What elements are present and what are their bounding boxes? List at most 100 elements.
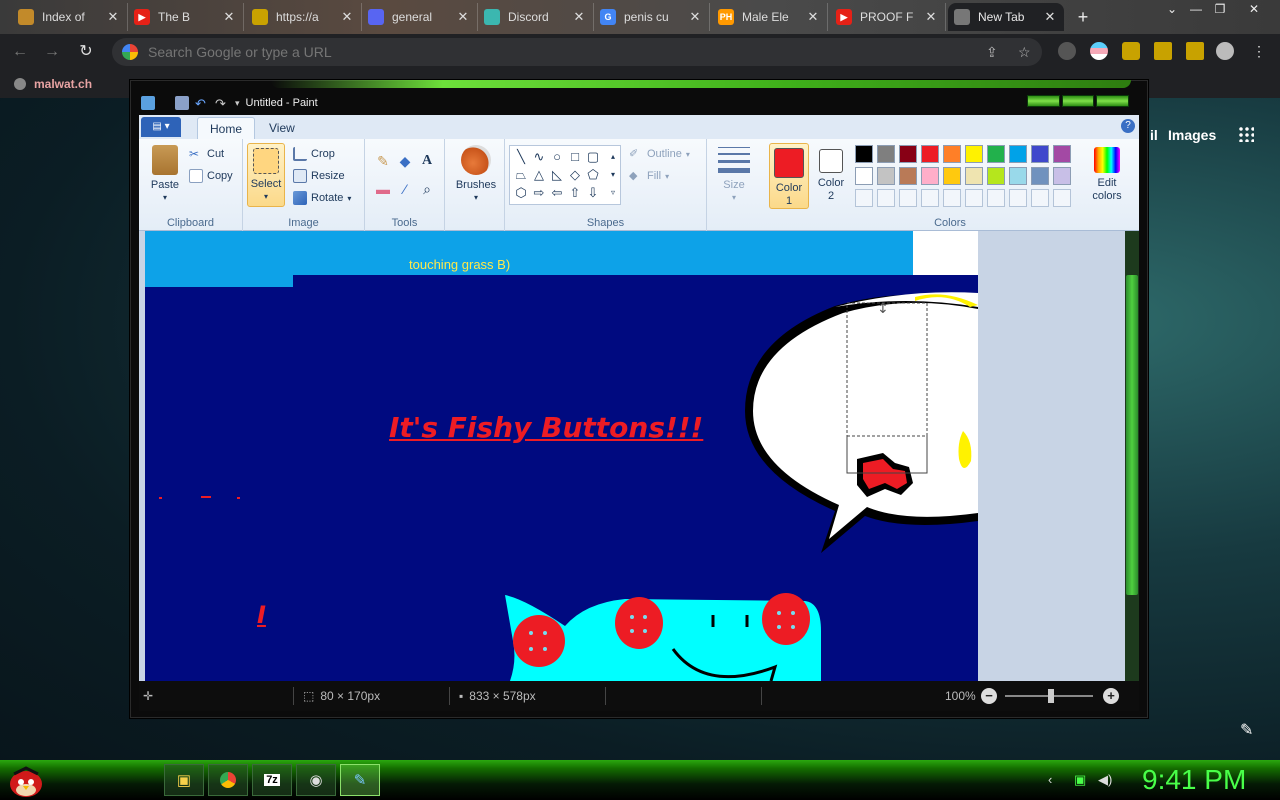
help-icon[interactable]: ? bbox=[1121, 119, 1135, 133]
triangle-shape-icon[interactable]: △ bbox=[532, 168, 546, 182]
close-paint-button[interactable] bbox=[1096, 95, 1130, 107]
color-picker-icon[interactable]: ⁄ bbox=[395, 179, 415, 199]
shapes-expand-icon[interactable]: ▿ bbox=[606, 186, 620, 200]
minimize-button[interactable]: — bbox=[1184, 0, 1208, 18]
reload-icon[interactable]: ↻ bbox=[74, 40, 98, 64]
palette-swatch[interactable] bbox=[1031, 167, 1049, 185]
bookmark-malwatch[interactable]: malwat.ch bbox=[14, 77, 92, 91]
up-arrow-icon[interactable]: ⇧ bbox=[568, 186, 582, 200]
tab-close-icon[interactable]: ✕ bbox=[105, 9, 121, 25]
volume-icon[interactable]: ◀) bbox=[1098, 772, 1112, 788]
brushes-button[interactable]: Brushes ▾ bbox=[453, 145, 499, 203]
rectangle-shape-icon[interactable]: □ bbox=[568, 150, 582, 164]
tab-close-icon[interactable]: ✕ bbox=[571, 9, 587, 25]
minimize-paint-button[interactable] bbox=[1027, 95, 1060, 107]
restore-button[interactable]: ❐ bbox=[1208, 0, 1232, 18]
palette-swatch[interactable] bbox=[987, 145, 1005, 163]
network-icon[interactable]: ▣ bbox=[1074, 772, 1086, 788]
rotate-button[interactable]: Rotate ▾ bbox=[293, 191, 351, 205]
palette-swatch[interactable] bbox=[921, 145, 939, 163]
edit-colors-button[interactable]: Edit colors bbox=[1087, 143, 1127, 203]
paint-taskbar-icon[interactable]: ✎ bbox=[340, 764, 380, 796]
text-tool-icon[interactable]: A bbox=[417, 151, 437, 171]
media-control-icon[interactable] bbox=[1154, 42, 1172, 60]
custom-color-slot[interactable] bbox=[921, 189, 939, 207]
taskbar-clock[interactable]: 9:41 PM bbox=[1142, 764, 1246, 796]
tab-search-icon[interactable]: ⌄ bbox=[1160, 0, 1184, 18]
side-panel-icon[interactable] bbox=[1186, 42, 1204, 60]
extensions-puzzle-icon[interactable] bbox=[1122, 42, 1140, 60]
forward-icon[interactable]: → bbox=[40, 40, 64, 64]
palette-swatch[interactable] bbox=[987, 167, 1005, 185]
custom-color-slot[interactable] bbox=[855, 189, 873, 207]
color1-button[interactable]: Color 1 bbox=[769, 143, 809, 209]
custom-color-slot[interactable] bbox=[965, 189, 983, 207]
save-icon[interactable] bbox=[175, 96, 189, 110]
tab-close-icon[interactable]: ✕ bbox=[1042, 9, 1058, 25]
browser-tab[interactable]: New Tab ✕ bbox=[948, 3, 1064, 31]
browser-tab[interactable]: Index of ✕ bbox=[12, 3, 128, 31]
omnibox-input[interactable] bbox=[148, 44, 848, 60]
polygon-shape-icon[interactable]: ⏢ bbox=[514, 168, 528, 182]
shapes-gallery[interactable]: ╲ ∿ ○ □ ▢ ⏢ △ ◺ ◇ ⬠ ⬡ ⇨ ⇦ ⇧ ⇩ ▴ ▾ ▿ bbox=[509, 145, 621, 205]
7zip-taskbar-icon[interactable]: 7z bbox=[252, 764, 292, 796]
palette-swatch[interactable] bbox=[877, 167, 895, 185]
pencil-tool-icon[interactable]: ✎ bbox=[373, 151, 393, 171]
back-icon[interactable]: ← bbox=[8, 40, 32, 64]
zoom-out-button[interactable]: − bbox=[981, 688, 997, 704]
flag-extension-icon[interactable] bbox=[1090, 42, 1108, 60]
zoom-in-button[interactable]: + bbox=[1103, 688, 1119, 704]
cut-button[interactable]: ✂ Cut bbox=[189, 147, 224, 161]
tab-view[interactable]: View bbox=[257, 117, 307, 139]
fill-bucket-icon[interactable]: ◆ bbox=[395, 151, 415, 171]
crop-button[interactable]: Crop bbox=[293, 147, 335, 161]
ublock-extension-icon[interactable] bbox=[1058, 42, 1076, 60]
tab-close-icon[interactable]: ✕ bbox=[923, 9, 939, 25]
diamond-shape-icon[interactable]: ◇ bbox=[568, 168, 582, 182]
fill-button[interactable]: ◆ Fill ▾ bbox=[629, 169, 669, 183]
undo-icon[interactable]: ↶ bbox=[195, 96, 209, 111]
custom-color-slot[interactable] bbox=[987, 189, 1005, 207]
start-button[interactable] bbox=[6, 762, 46, 798]
new-tab-button[interactable]: + bbox=[1072, 6, 1094, 28]
left-arrow-icon[interactable]: ⇦ bbox=[550, 186, 564, 200]
address-bar[interactable] bbox=[112, 38, 1042, 66]
tab-close-icon[interactable]: ✕ bbox=[805, 9, 821, 25]
file-explorer-taskbar-icon[interactable]: ▣ bbox=[164, 764, 204, 796]
shapes-scroll-up-icon[interactable]: ▴ bbox=[606, 150, 620, 164]
custom-color-slot[interactable] bbox=[1009, 189, 1027, 207]
shapes-scroll-down-icon[interactable]: ▾ bbox=[606, 168, 620, 182]
rounded-rectangle-icon[interactable]: ▢ bbox=[586, 150, 600, 164]
palette-swatch[interactable] bbox=[943, 167, 961, 185]
custom-color-slot[interactable] bbox=[1031, 189, 1049, 207]
palette-swatch[interactable] bbox=[1031, 145, 1049, 163]
copy-button[interactable]: Copy bbox=[189, 169, 233, 183]
palette-swatch[interactable] bbox=[1053, 167, 1071, 185]
palette-swatch[interactable] bbox=[965, 145, 983, 163]
resize-button[interactable]: Resize bbox=[293, 169, 345, 183]
gmail-link[interactable]: il bbox=[1150, 127, 1158, 143]
tab-home[interactable]: Home bbox=[197, 117, 256, 139]
browser-tab[interactable]: ▶ PROOF F ✕ bbox=[830, 3, 946, 31]
tab-close-icon[interactable]: ✕ bbox=[455, 9, 471, 25]
paint-menu-button[interactable]: ▤ ▾ bbox=[141, 117, 181, 137]
scrollbar-thumb[interactable] bbox=[1126, 275, 1138, 595]
browser-tab[interactable]: https://a ✕ bbox=[246, 3, 362, 31]
maximize-paint-button[interactable] bbox=[1061, 95, 1095, 107]
customize-pencil-icon[interactable]: ✎ bbox=[1240, 720, 1253, 740]
browser-tab[interactable]: Discord ✕ bbox=[478, 3, 594, 31]
browser-tab[interactable]: PH Male Ele ✕ bbox=[712, 3, 828, 31]
color2-button[interactable]: Color 2 bbox=[813, 143, 849, 203]
eraser-icon[interactable]: ▬ bbox=[373, 179, 393, 199]
custom-color-slot[interactable] bbox=[943, 189, 961, 207]
vertical-scrollbar[interactable] bbox=[1125, 231, 1139, 681]
profile-avatar[interactable] bbox=[1216, 42, 1234, 60]
browser-tab[interactable]: Gpenis cu ✕ bbox=[594, 3, 710, 31]
share-icon[interactable]: ⇪ bbox=[986, 44, 998, 61]
images-link[interactable]: Images bbox=[1168, 127, 1216, 143]
palette-swatch[interactable] bbox=[877, 145, 895, 163]
palette-swatch[interactable] bbox=[965, 167, 983, 185]
browser-tab[interactable]: ▶ The B ✕ bbox=[128, 3, 244, 31]
down-arrow-icon[interactable]: ⇩ bbox=[586, 186, 600, 200]
select-button[interactable]: Select ▾ bbox=[247, 143, 285, 207]
